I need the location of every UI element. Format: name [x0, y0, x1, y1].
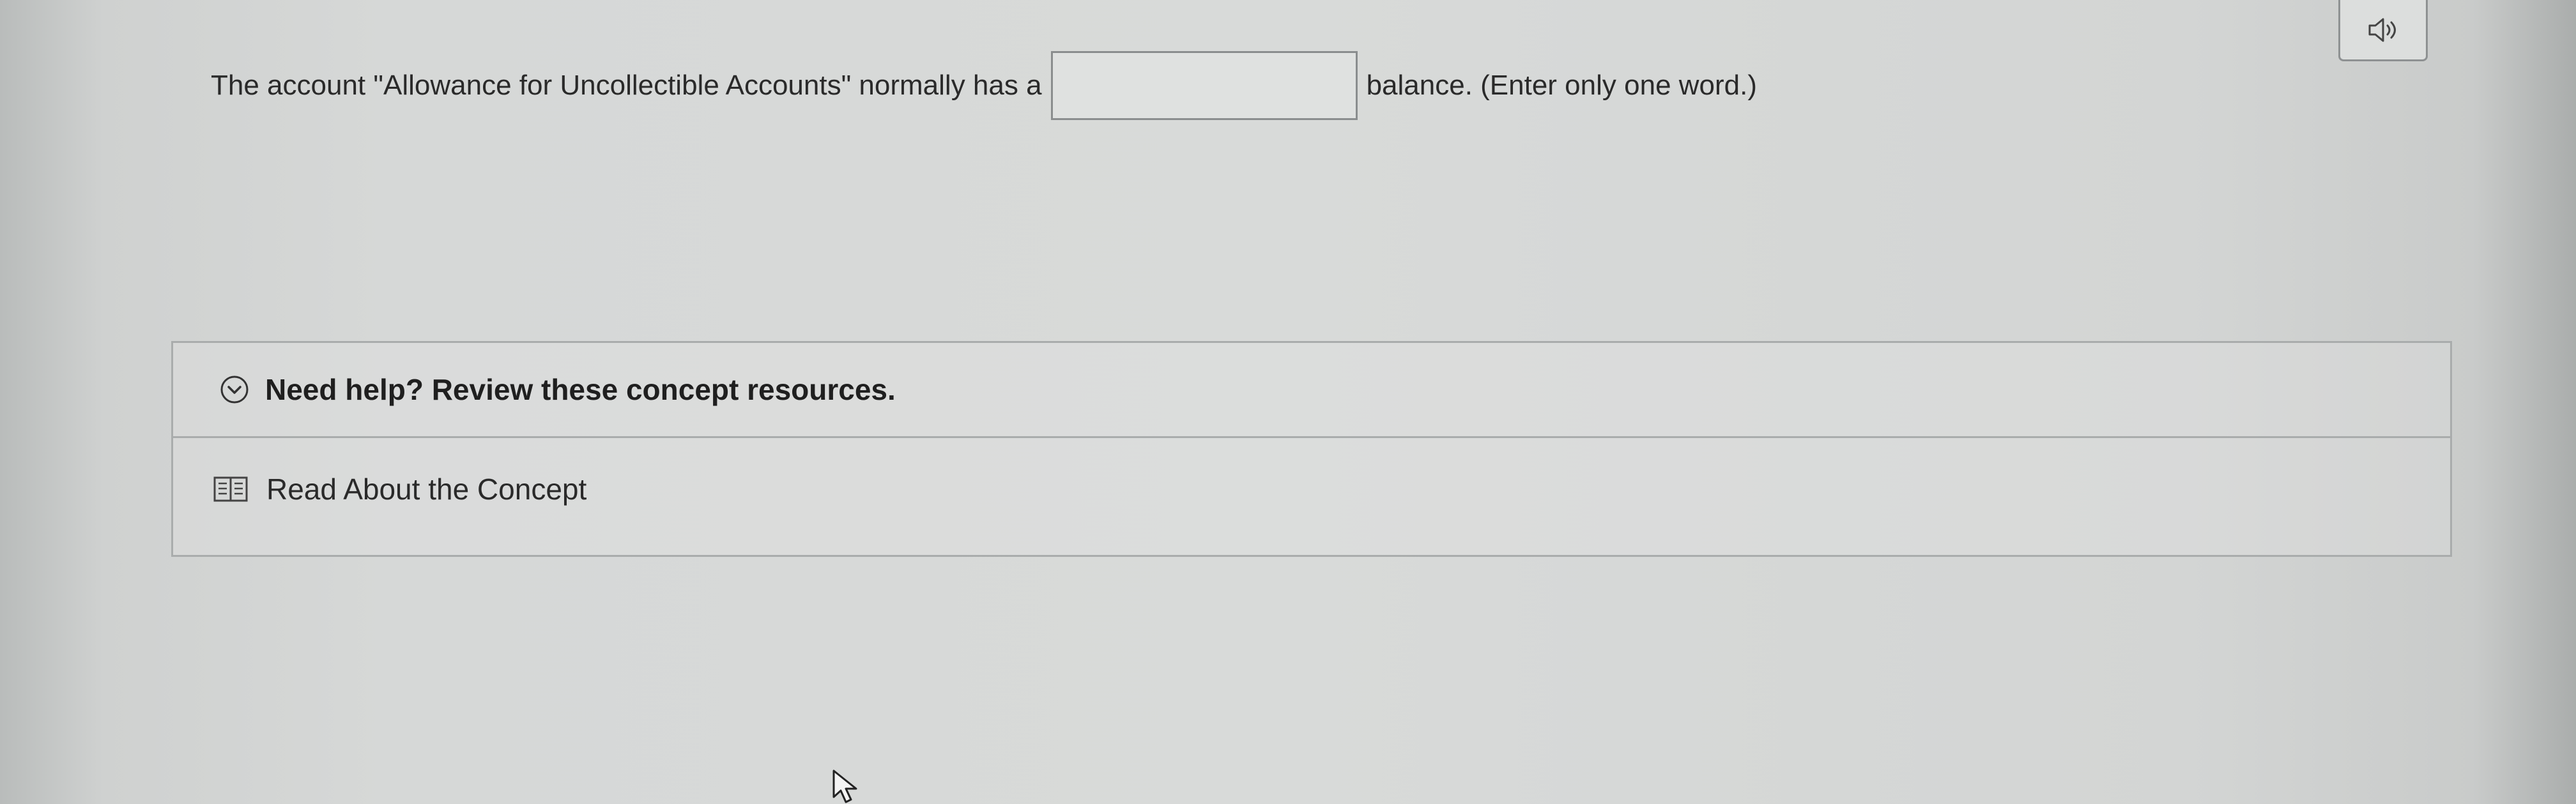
question-suffix: balance. (Enter only one word.) — [1366, 70, 1758, 101]
book-icon — [213, 475, 249, 503]
question-text: The account "Allowance for Uncollectible… — [211, 51, 1757, 120]
help-title: Need help? Review these concept resource… — [265, 373, 896, 406]
chevron-down-circle-icon[interactable] — [219, 374, 250, 405]
help-header[interactable]: Need help? Review these concept resource… — [173, 343, 2450, 438]
speaker-icon — [2368, 18, 2396, 42]
mouse-pointer-icon — [832, 770, 857, 803]
read-about-concept-link[interactable]: Read About the Concept — [266, 472, 586, 506]
read-aloud-button[interactable] — [2338, 0, 2428, 61]
resource-item-read-concept[interactable]: Read About the Concept — [173, 438, 2450, 540]
answer-input[interactable] — [1050, 51, 1358, 120]
concept-resources-panel: Need help? Review these concept resource… — [171, 341, 2452, 557]
question-prefix: The account "Allowance for Uncollectible… — [211, 70, 1042, 101]
